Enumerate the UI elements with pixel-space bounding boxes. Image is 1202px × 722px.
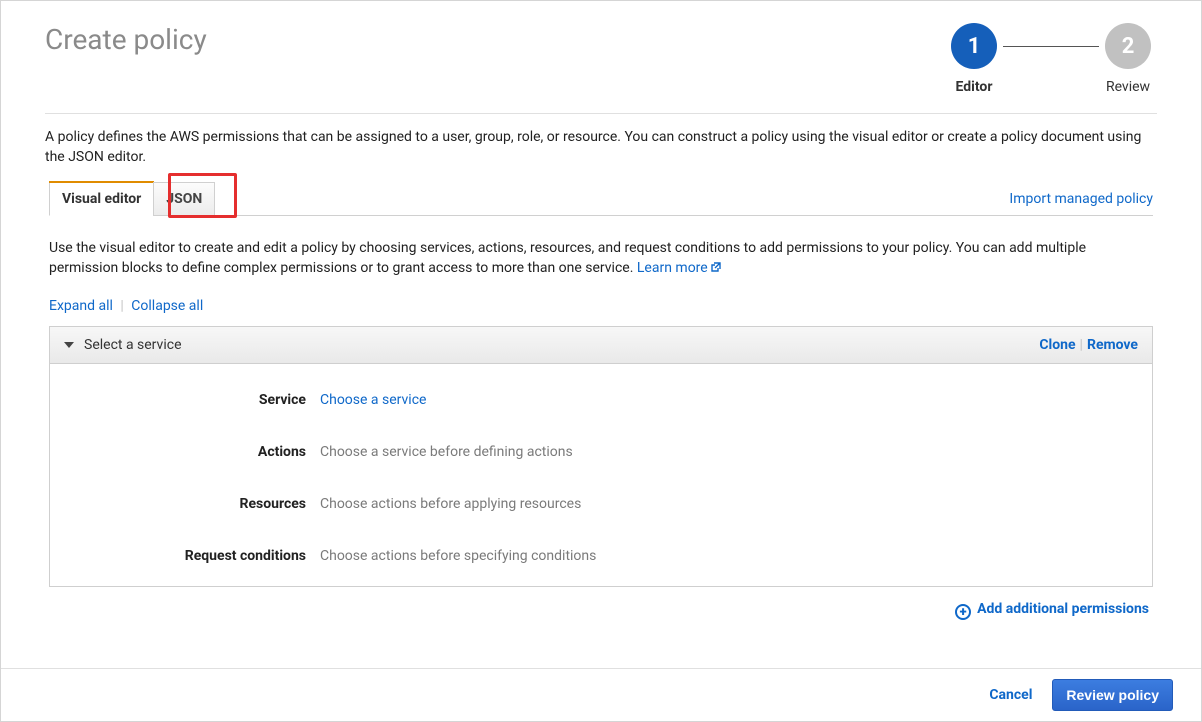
choose-service-link[interactable]: Choose a service — [320, 392, 426, 408]
import-managed-policy-link[interactable]: Import managed policy — [1001, 183, 1153, 215]
pipe-separator: | — [120, 298, 123, 314]
conditions-label: Request conditions — [64, 548, 320, 564]
external-link-icon — [710, 259, 722, 279]
footer-bar: Cancel Review policy — [1, 668, 1201, 721]
add-permissions-label: Add additional permissions — [977, 601, 1149, 617]
row-resources: Resources Choose actions before applying… — [50, 478, 1152, 530]
clone-link[interactable]: Clone — [1039, 337, 1075, 353]
step-circle-1: 1 — [951, 23, 997, 69]
step-review[interactable]: 2 Review — [1099, 23, 1157, 95]
actions-value: Choose a service before defining actions — [320, 444, 573, 460]
header-row: Create policy 1 Editor 2 Review — [45, 19, 1157, 95]
collapse-all-link[interactable]: Collapse all — [131, 298, 203, 314]
step-label-editor: Editor — [956, 79, 993, 95]
remove-link[interactable]: Remove — [1087, 337, 1138, 353]
divider — [45, 113, 1157, 114]
wizard-stepper: 1 Editor 2 Review — [945, 19, 1157, 95]
helper-text-body: Use the visual editor to create and edit… — [49, 240, 1086, 276]
resources-label: Resources — [64, 496, 320, 512]
tabs-row: Visual editor JSON Import managed policy — [49, 181, 1153, 216]
row-conditions: Request conditions Choose actions before… — [50, 530, 1152, 582]
pipe-separator: | — [1080, 337, 1083, 353]
create-policy-window: Create policy 1 Editor 2 Review A policy… — [0, 0, 1202, 722]
add-permissions-row: + Add additional permissions — [49, 601, 1149, 621]
main-content: Create policy 1 Editor 2 Review A policy… — [1, 1, 1201, 620]
plus-circle-icon: + — [955, 604, 971, 620]
resources-value: Choose actions before applying resources — [320, 496, 581, 512]
add-additional-permissions-link[interactable]: + Add additional permissions — [955, 601, 1149, 617]
step-connector — [1003, 46, 1099, 47]
review-policy-button[interactable]: Review policy — [1052, 679, 1173, 711]
actions-label: Actions — [64, 444, 320, 460]
service-label: Service — [64, 392, 320, 408]
tab-json[interactable]: JSON — [153, 182, 215, 216]
permission-block-panel: Select a service Clone | Remove Service … — [49, 326, 1153, 587]
panel-header[interactable]: Select a service Clone | Remove — [50, 327, 1152, 364]
cancel-button[interactable]: Cancel — [985, 681, 1036, 709]
panel-title: Select a service — [84, 337, 1039, 353]
editor-section: Use the visual editor to create and edit… — [45, 238, 1157, 620]
step-circle-2: 2 — [1105, 23, 1151, 69]
caret-down-icon — [64, 342, 74, 348]
expand-all-link[interactable]: Expand all — [49, 298, 113, 314]
expand-collapse-row: Expand all | Collapse all — [49, 298, 1153, 314]
row-service: Service Choose a service — [50, 374, 1152, 426]
conditions-value: Choose actions before specifying conditi… — [320, 548, 596, 564]
panel-body: Service Choose a service Actions Choose … — [50, 364, 1152, 586]
intro-text: A policy defines the AWS permissions tha… — [45, 128, 1157, 167]
step-label-review: Review — [1106, 79, 1150, 95]
helper-text: Use the visual editor to create and edit… — [49, 238, 1153, 280]
step-editor[interactable]: 1 Editor — [945, 23, 1003, 95]
learn-more-link[interactable]: Learn more — [637, 260, 722, 276]
tab-visual-editor[interactable]: Visual editor — [49, 182, 154, 216]
row-actions: Actions Choose a service before defining… — [50, 426, 1152, 478]
page-title: Create policy — [45, 23, 945, 56]
